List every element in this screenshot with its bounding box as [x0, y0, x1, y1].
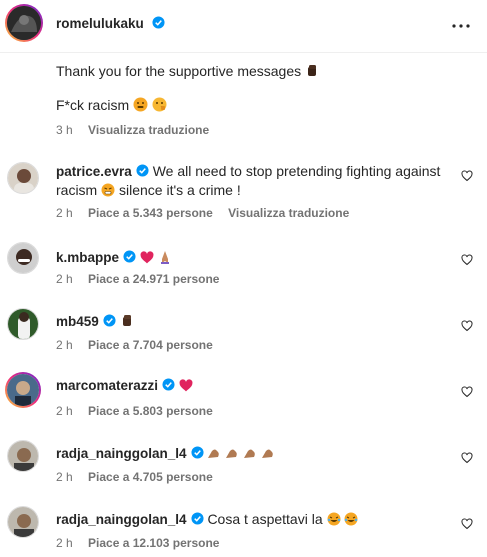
flexed-biceps-emoji — [244, 449, 256, 458]
likes-count[interactable]: Piace a 5.343 persone — [88, 206, 213, 220]
verified-badge-icon — [152, 16, 165, 29]
flexed-biceps-emoji — [226, 449, 238, 458]
comment-item: k.mbappe 2 h Piace a 24.971 persone — [0, 242, 487, 292]
verified-badge-icon — [191, 446, 204, 459]
comment-item: patrice.evra We all need to stop pretend… — [0, 162, 487, 222]
commenter-username[interactable]: radja_nainggolan_l4 — [56, 446, 187, 461]
comment-meta: 2 h Piace a 7.704 persone — [56, 338, 213, 352]
comment-item: radja_nainggolan_l4 Cosa t aspettavi la … — [0, 506, 487, 556]
angry-face-emoji — [101, 183, 115, 197]
raised-fist-emoji — [122, 315, 131, 326]
author-avatar[interactable] — [5, 4, 43, 42]
comment-text: radja_nainggolan_l4 Cosa t aspettavi la — [56, 510, 446, 529]
flexed-biceps-emoji — [208, 449, 220, 458]
translate-link[interactable]: Visualizza traduzione — [228, 206, 349, 220]
commenter-avatar[interactable] — [5, 372, 41, 408]
verified-badge-icon — [136, 164, 149, 177]
heart-outline-icon[interactable] — [461, 170, 473, 182]
heart-outline-icon[interactable] — [461, 386, 473, 398]
more-options-icon[interactable] — [449, 14, 473, 38]
verified-badge-icon — [162, 378, 175, 391]
laughing-face-emoji — [327, 512, 340, 526]
comment-item: mb459 2 h Piace a 7.704 persone — [0, 308, 487, 358]
post-header: romelulukaku — [0, 0, 487, 53]
verified-badge-icon — [103, 314, 116, 327]
flexed-biceps-emoji — [262, 449, 273, 458]
comment-meta: 2 h Piace a 12.103 persone — [56, 536, 220, 550]
heart-outline-icon[interactable] — [461, 320, 473, 332]
comment-item: marcomaterazzi 2 h Piace a 5.803 persone — [0, 372, 487, 422]
caption-line-2: F*ck racism — [56, 96, 167, 114]
verified-badge-icon — [123, 250, 136, 263]
likes-count[interactable]: Piace a 7.704 persone — [88, 338, 213, 352]
likes-count[interactable]: Piace a 24.971 persone — [88, 272, 219, 286]
comment-text: marcomaterazzi — [56, 376, 446, 395]
caption-time: 3 h — [56, 123, 73, 137]
comment-text: patrice.evra We all need to stop pretend… — [56, 163, 441, 198]
commenter-avatar[interactable] — [7, 162, 39, 194]
commenter-avatar[interactable] — [7, 506, 39, 538]
raised-fist-emoji — [308, 65, 317, 76]
laughing-face-emoji — [344, 512, 358, 526]
verified-badge-icon — [191, 512, 204, 525]
caption-meta: 3 h Visualizza traduzione — [56, 123, 221, 137]
commenter-username[interactable]: k.mbappe — [56, 250, 119, 265]
comment-text: mb459 — [56, 312, 446, 331]
red-heart-emoji — [140, 251, 154, 264]
heart-outline-icon[interactable] — [461, 254, 473, 266]
commenter-username[interactable]: radja_nainggolan_l4 — [56, 512, 187, 527]
face-emoji — [133, 97, 148, 112]
comment-meta: 2 h Piace a 5.343 persone Visualizza tra… — [56, 206, 350, 220]
comment-meta: 2 h Piace a 5.803 persone — [56, 404, 213, 418]
caption-line-1: Thank you for the supportive messages — [56, 62, 319, 80]
translate-link[interactable]: Visualizza traduzione — [88, 123, 209, 137]
comment-text: k.mbappe — [56, 248, 446, 267]
comment-item: radja_nainggolan_l4 2 h Piace a 4.705 pe… — [0, 440, 487, 490]
likes-count[interactable]: Piace a 4.705 persone — [88, 470, 213, 484]
red-heart-emoji — [179, 379, 193, 392]
commenter-username[interactable]: marcomaterazzi — [56, 378, 158, 393]
comment-text: radja_nainggolan_l4 — [56, 444, 446, 463]
likes-count[interactable]: Piace a 5.803 persone — [88, 404, 213, 418]
face-emoji — [152, 97, 167, 112]
comment-meta: 2 h Piace a 4.705 persone — [56, 470, 213, 484]
commenter-avatar[interactable] — [7, 440, 39, 472]
author-username[interactable]: romelulukaku — [56, 16, 144, 31]
commenter-username[interactable]: patrice.evra — [56, 164, 132, 179]
commenter-avatar[interactable] — [7, 242, 39, 274]
heart-outline-icon[interactable] — [461, 518, 473, 530]
heart-outline-icon[interactable] — [461, 452, 473, 464]
commenter-avatar[interactable] — [7, 308, 39, 340]
commenter-username[interactable]: mb459 — [56, 314, 99, 329]
likes-count[interactable]: Piace a 12.103 persone — [88, 536, 219, 550]
comment-meta: 2 h Piace a 24.971 persone — [56, 272, 220, 286]
praying-hands-emoji — [160, 251, 169, 264]
